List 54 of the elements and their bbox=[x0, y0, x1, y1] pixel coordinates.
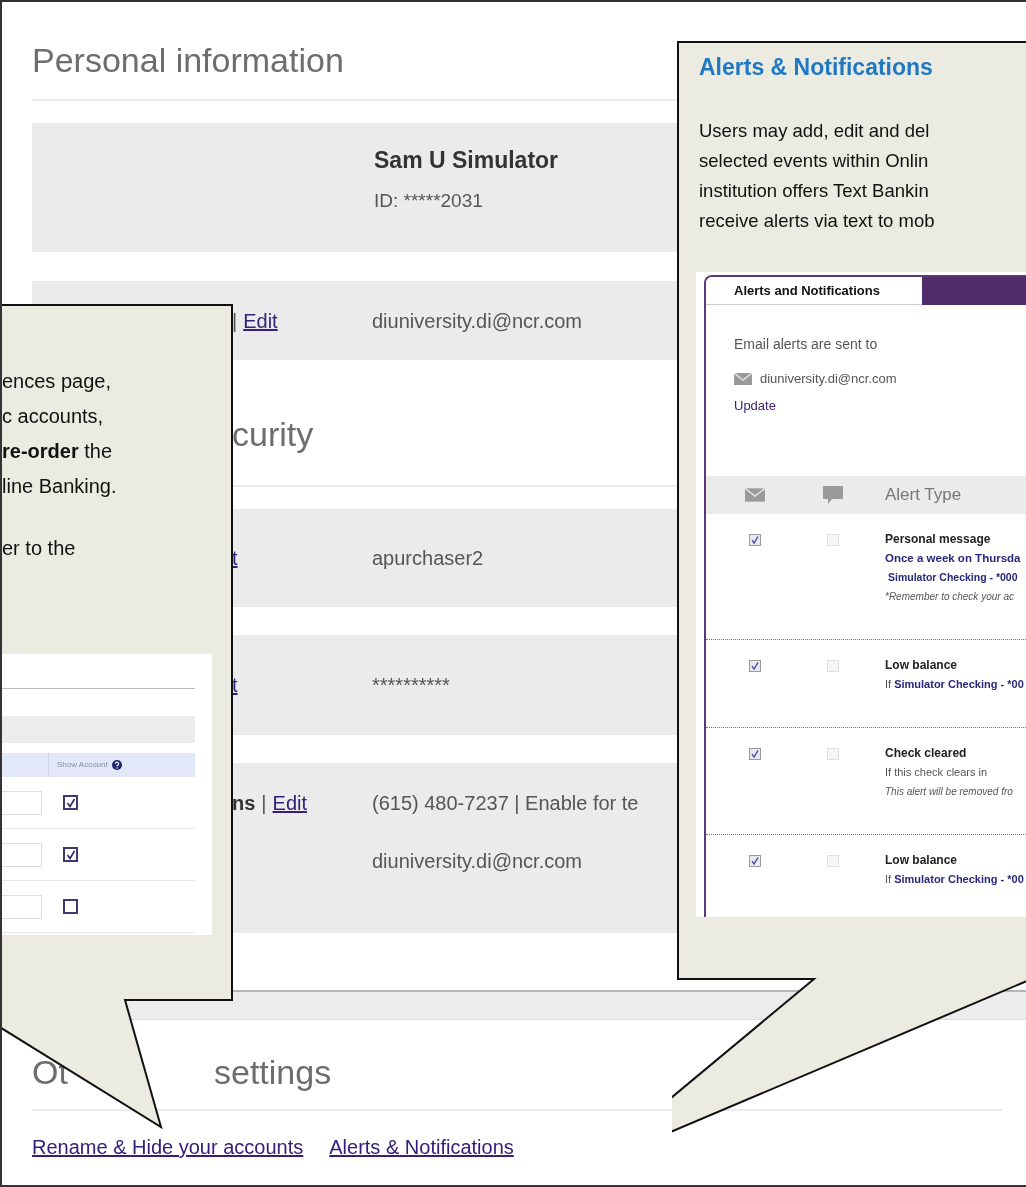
alert-note: *Remember to check your ac bbox=[885, 590, 1015, 604]
callout-title: Alerts & Notifications bbox=[699, 53, 933, 82]
checkbox[interactable] bbox=[63, 899, 78, 914]
text-link[interactable]: Edit bbox=[272, 791, 307, 815]
input-field[interactable] bbox=[2, 894, 42, 919]
text-link[interactable]: t bbox=[232, 546, 238, 570]
callout-paragraph: Users may add, edit and del selected events within Onlin institution offers Text Bankin receive alerts via text to mob bbox=[699, 119, 935, 233]
alert-condition: If Simulator Checking - *00 bbox=[885, 677, 1025, 692]
section-heading: curity bbox=[232, 414, 314, 455]
callout-paragraph: ences page, c accounts, re-order the line Banking. bbox=[2, 369, 117, 499]
email-intro: Email alerts are sent to bbox=[734, 335, 878, 353]
checkbox[interactable] bbox=[749, 660, 761, 672]
column-header: Show Account bbox=[57, 760, 108, 770]
pipe-separator: | bbox=[261, 791, 267, 815]
checkbox[interactable] bbox=[63, 795, 78, 810]
checkbox[interactable] bbox=[749, 534, 761, 546]
update-link[interactable]: Update bbox=[734, 398, 776, 414]
field-value: ********** bbox=[372, 673, 450, 697]
settings-link[interactable]: Rename & Hide your accounts bbox=[32, 1135, 304, 1159]
section-heading: Personal information bbox=[32, 40, 344, 81]
profile-id: ID: *****2031 bbox=[374, 189, 483, 213]
checkbox[interactable] bbox=[749, 855, 761, 867]
input-field[interactable] bbox=[2, 842, 42, 867]
alert-note: This alert will be removed fro bbox=[885, 785, 1014, 799]
row-label: ns bbox=[232, 791, 256, 815]
alert-condition: If Simulator Checking - *00 bbox=[885, 872, 1025, 887]
settings-link[interactable]: Alerts & Notifications bbox=[329, 1135, 514, 1159]
chat-bubble-icon bbox=[823, 486, 843, 504]
alert-condition: If this check clears in bbox=[885, 765, 989, 780]
envelope-icon bbox=[745, 488, 765, 502]
pipe-separator: | bbox=[232, 308, 238, 333]
input-field[interactable] bbox=[2, 790, 42, 815]
tab[interactable]: Alerts and Notifications bbox=[706, 277, 922, 305]
column-header: Alert Type bbox=[884, 484, 962, 507]
text-link[interactable]: Edit bbox=[243, 308, 278, 333]
field-value: diuniversity.di@ncr.com bbox=[372, 849, 582, 873]
alert-title: Low balance bbox=[885, 852, 958, 869]
callout-paragraph: er to the bbox=[2, 536, 76, 561]
alert-title: Check cleared bbox=[885, 745, 967, 762]
help-icon bbox=[111, 760, 122, 770]
alert-title: Low balance bbox=[885, 657, 958, 674]
email-address: diuniversity.di@ncr.com bbox=[760, 370, 897, 389]
profile-name: Sam U Simulator bbox=[374, 146, 559, 175]
envelope-icon bbox=[734, 373, 752, 385]
section-heading: settings bbox=[214, 1052, 332, 1093]
alert-schedule: Once a week on Thursda bbox=[885, 551, 1022, 566]
alert-title: Personal message bbox=[885, 531, 991, 548]
text-link[interactable]: t bbox=[232, 673, 238, 697]
checkbox[interactable] bbox=[63, 847, 78, 862]
field-value: diuniversity.di@ncr.com bbox=[372, 308, 582, 333]
field-value: apurchaser2 bbox=[372, 546, 484, 570]
field-value: (615) 480-7237 | Enable for te bbox=[372, 791, 639, 815]
checkbox[interactable] bbox=[749, 748, 761, 760]
alert-account: Simulator Checking - *000 bbox=[887, 570, 1019, 585]
